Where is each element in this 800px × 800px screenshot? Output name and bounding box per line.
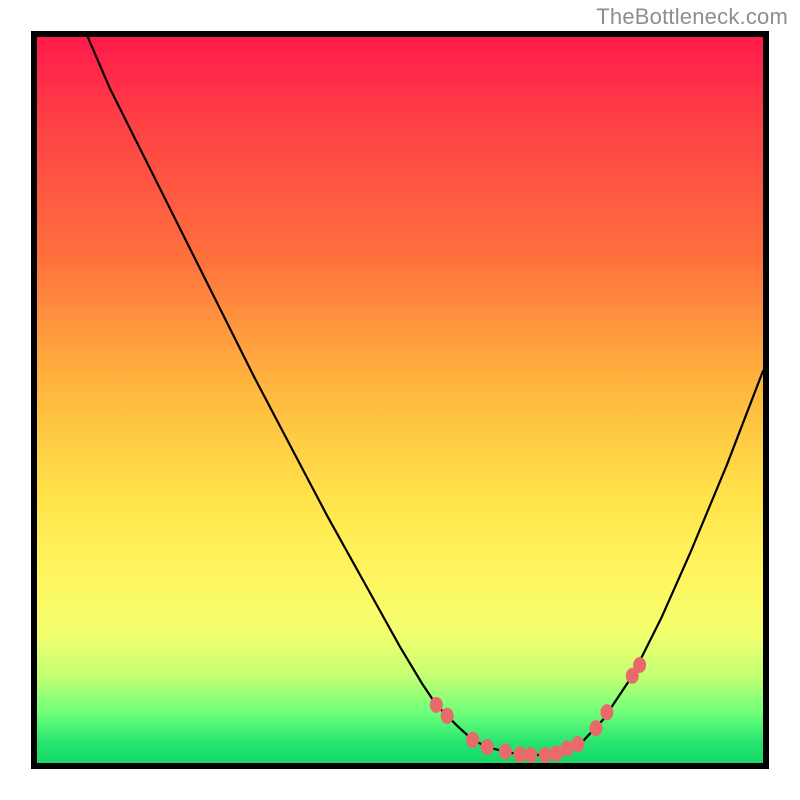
attribution-text: TheBottleneck.com (596, 4, 788, 30)
bottleneck-curve (88, 37, 763, 755)
marker-point (524, 747, 537, 763)
marker-point (600, 704, 613, 720)
marker-point (499, 743, 512, 759)
plot-area (37, 37, 763, 763)
marker-point (441, 708, 454, 724)
marker-point (481, 739, 494, 755)
highlight-markers (430, 657, 646, 763)
marker-point (430, 697, 443, 713)
chart-svg (37, 37, 763, 763)
marker-point (466, 732, 479, 748)
marker-point (590, 720, 603, 736)
marker-point (633, 657, 646, 673)
chart-frame (31, 31, 769, 769)
marker-point (571, 736, 584, 752)
